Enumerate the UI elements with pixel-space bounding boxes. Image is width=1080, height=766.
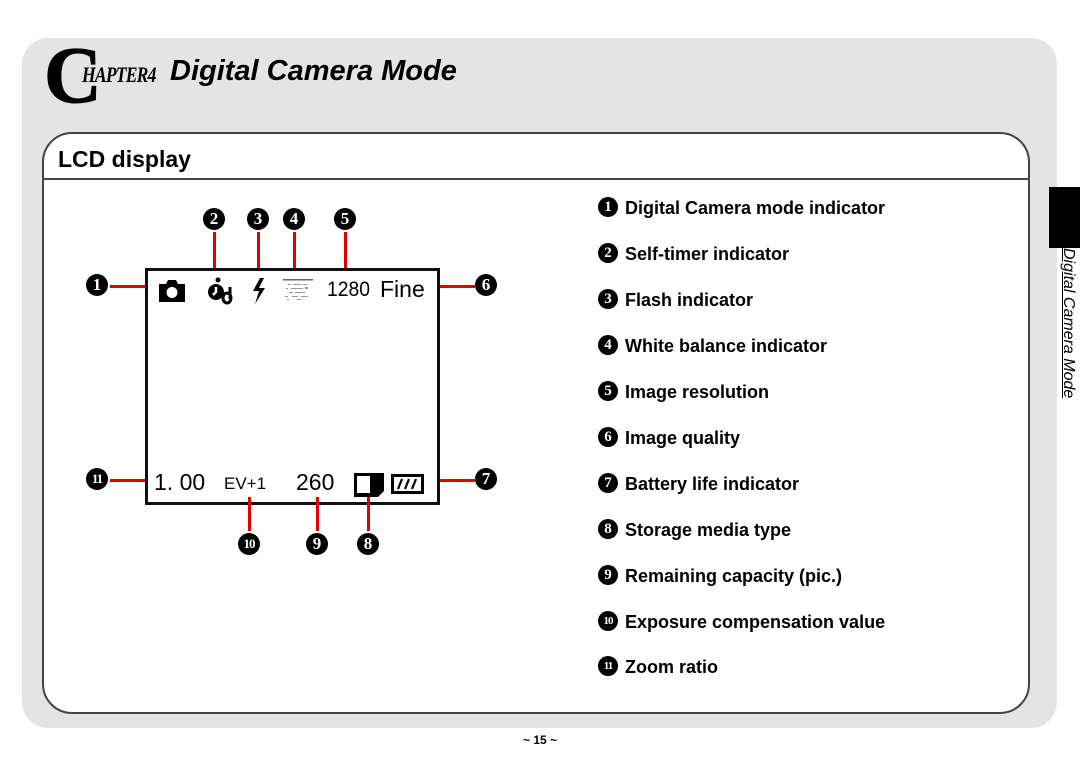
callout-line-4 bbox=[293, 232, 296, 268]
section-title: LCD display bbox=[58, 146, 191, 172]
callout-line-10 bbox=[248, 497, 251, 531]
chapter-title: Digital Camera Mode bbox=[170, 55, 457, 87]
legend-number: 2 bbox=[598, 243, 618, 263]
legend-number: 11 bbox=[598, 656, 618, 676]
legend-label: Storage media type bbox=[625, 520, 792, 540]
page-number: ~ 15 ~ bbox=[522, 733, 558, 747]
callout-3: 3 bbox=[247, 208, 269, 230]
legend-label: Remaining capacity (pic.) bbox=[625, 566, 843, 586]
legend-number: 10 bbox=[598, 611, 618, 631]
callout-line-9 bbox=[316, 497, 319, 531]
battery-icon bbox=[391, 474, 424, 494]
sd-card-icon bbox=[354, 473, 384, 497]
callout-line-6 bbox=[440, 285, 475, 288]
legend-number: 9 bbox=[598, 565, 618, 585]
legend-label: Exposure compensation value bbox=[625, 612, 886, 632]
callout-line-1 bbox=[110, 285, 145, 288]
legend-number: 7 bbox=[598, 473, 618, 493]
legend-label: Zoom ratio bbox=[625, 657, 718, 677]
resolution-value: 1280 bbox=[327, 278, 370, 301]
panel-header: LCD display bbox=[44, 134, 1028, 180]
callout-line-8 bbox=[367, 497, 370, 531]
legend-number: 6 bbox=[598, 427, 618, 447]
legend-label: Flash indicator bbox=[625, 290, 754, 310]
self-timer-icon bbox=[208, 277, 233, 305]
callout-6: 6 bbox=[475, 274, 497, 296]
quality-value: Fine bbox=[380, 276, 425, 302]
callout-8: 8 bbox=[357, 533, 379, 555]
callout-line-2 bbox=[213, 232, 216, 268]
callout-1: 1 bbox=[86, 274, 108, 296]
zoom-ratio-value: 1. 00 bbox=[154, 469, 206, 495]
legend-label: Digital Camera mode indicator bbox=[625, 198, 886, 218]
callout-line-7 bbox=[440, 479, 475, 482]
side-tab-text: Digital Camera Mode bbox=[1060, 248, 1077, 399]
legend-number: 3 bbox=[598, 289, 618, 309]
remaining-capacity-value: 260 bbox=[296, 469, 335, 495]
legend-number: 4 bbox=[598, 335, 618, 355]
legend-number: 5 bbox=[598, 381, 618, 401]
camera-icon bbox=[159, 280, 185, 302]
legend-label: White balance indicator bbox=[625, 336, 828, 356]
callout-5: 5 bbox=[334, 208, 356, 230]
lcd-screen: 1280 Fine 1. 00 EV+1 260 bbox=[145, 268, 440, 505]
side-tab-marker bbox=[1049, 187, 1080, 248]
legend-number: 1 bbox=[598, 197, 618, 217]
callout-11: 11 bbox=[86, 468, 108, 490]
legend-label: Image quality bbox=[625, 428, 741, 448]
callout-2: 2 bbox=[203, 208, 225, 230]
legend-label: Image resolution bbox=[625, 382, 770, 402]
callout-9: 9 bbox=[306, 533, 328, 555]
legend-label: Self-timer indicator bbox=[625, 244, 790, 264]
callout-line-3 bbox=[257, 232, 260, 268]
flash-icon bbox=[253, 278, 265, 304]
chapter-label: HAPTER4 bbox=[82, 62, 156, 87]
white-balance-icon bbox=[283, 279, 313, 300]
exposure-value: EV+1 bbox=[224, 474, 267, 493]
callout-7: 7 bbox=[475, 468, 497, 490]
legend-label: Battery life indicator bbox=[625, 474, 800, 494]
callout-line-5 bbox=[344, 232, 347, 268]
callout-10: 10 bbox=[238, 533, 260, 555]
legend-number: 8 bbox=[598, 519, 618, 539]
callout-line-11 bbox=[110, 479, 145, 482]
callout-4: 4 bbox=[283, 208, 305, 230]
side-tab-label: Digital Camera Mode bbox=[1047, 248, 1080, 410]
